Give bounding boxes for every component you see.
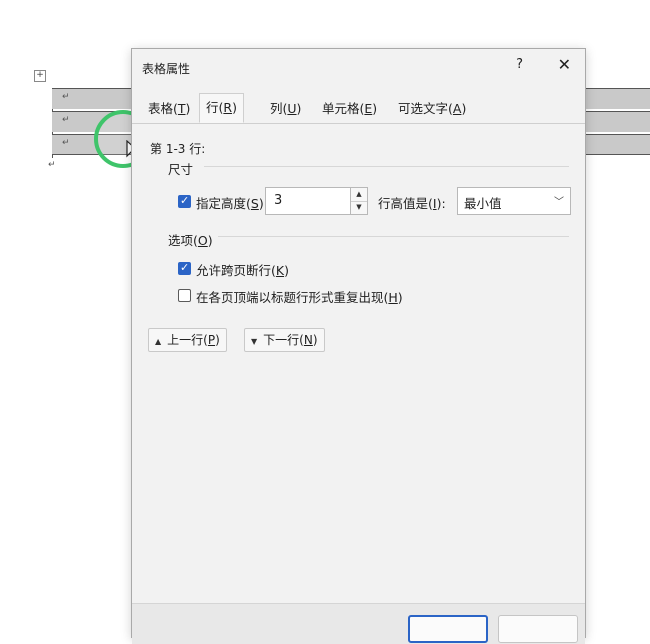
height-rule-label: 行高值是(I): [378, 196, 446, 211]
next-row-button[interactable]: ▼ 下一行(N) [244, 328, 325, 352]
paragraph-end-mark: ↵ [48, 160, 56, 170]
table-properties-dialog: 表格属性 ? ✕ 表格(T) 行(R) 列(U) 单元格(E) 可选文字(A) … [131, 48, 586, 644]
tab-cell[interactable]: 单元格(E) [322, 99, 377, 121]
tab-alt-text[interactable]: 可选文字(A) [398, 99, 466, 121]
height-rule-select[interactable]: 最小值 ﹀ [457, 187, 571, 215]
options-heading: 选项(O) [168, 233, 213, 248]
repeat-header-checkbox[interactable] [178, 289, 191, 302]
spin-down-icon[interactable]: ▼ [351, 201, 367, 214]
rows-label: 第 1-3 行: [150, 142, 206, 156]
row-height-input[interactable]: 3 [265, 187, 351, 215]
previous-row-button[interactable]: ▲ 上一行(P) [148, 328, 227, 352]
specify-height-checkbox[interactable]: ✓ [178, 194, 191, 208]
dialog-title: 表格属性 [142, 62, 191, 76]
cell-mark: ↵ [62, 92, 70, 102]
size-heading: 尺寸 [168, 162, 194, 177]
chevron-down-icon: ﹀ [554, 197, 564, 208]
spin-up-icon[interactable]: ▲ [351, 188, 367, 202]
allow-break-label: 允许跨页断行(K) [196, 263, 289, 278]
arrow-down-icon: ▼ [251, 337, 258, 346]
repeat-header-label: 在各页顶端以标题行形式重复出现(H) [196, 290, 403, 305]
check-icon: ✓ [180, 194, 190, 207]
cell-mark: ↵ [62, 115, 70, 125]
tab-row[interactable]: 行(R) [199, 93, 244, 123]
allow-break-checkbox[interactable]: ✓ [178, 261, 191, 275]
tab-column[interactable]: 列(U) [270, 99, 301, 121]
dialog-titlebar[interactable]: 表格属性 ? ✕ [132, 49, 585, 85]
help-button[interactable]: ? [516, 57, 523, 72]
close-icon[interactable]: ✕ [558, 55, 571, 74]
check-icon: ✓ [180, 261, 190, 274]
arrow-up-icon: ▲ [155, 337, 162, 346]
section-divider [204, 166, 569, 167]
height-rule-value: 最小值 [464, 196, 502, 211]
height-spinner[interactable]: ▲ ▼ [351, 187, 368, 215]
section-divider [218, 236, 569, 237]
tab-bar: 表格(T) 行(R) 列(U) 单元格(E) 可选文字(A) [132, 93, 585, 124]
cancel-button[interactable] [498, 615, 578, 643]
specify-height-label: 指定高度(S): [196, 196, 268, 211]
ok-button[interactable] [408, 615, 488, 643]
table-move-handle-icon[interactable]: + [34, 70, 46, 82]
tab-table[interactable]: 表格(T) [148, 99, 190, 121]
cell-mark: ↵ [62, 138, 70, 148]
